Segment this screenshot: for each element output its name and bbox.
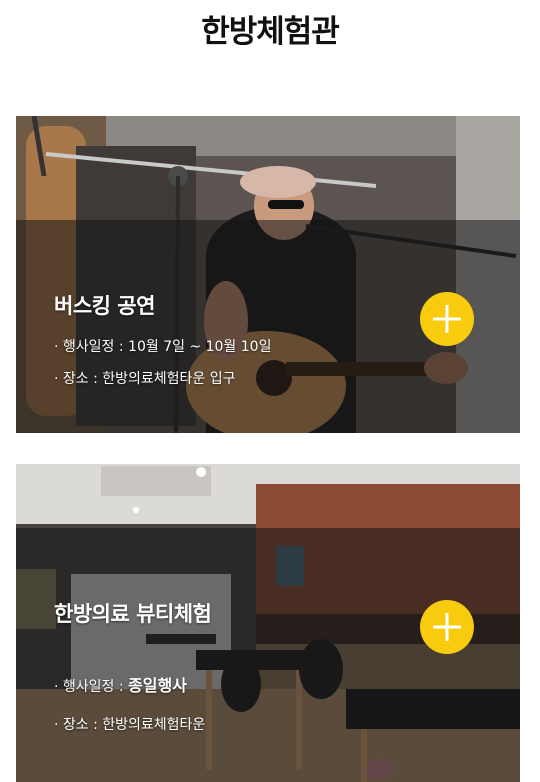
more-button[interactable]: [420, 600, 474, 654]
card-title: 한방의료 뷰티체험: [54, 602, 212, 626]
plus-icon: [433, 613, 461, 641]
more-button[interactable]: [420, 292, 474, 346]
schedule-label: · 행사일정 :: [54, 339, 129, 355]
page-title: 한방체험관: [201, 14, 340, 50]
plus-icon: [433, 305, 461, 333]
event-location: · 장소 : 한방의료체험타운: [54, 717, 206, 733]
event-schedule: · 행사일정 : 종일행사: [54, 672, 187, 696]
card-title: 버스킹 공연: [54, 294, 155, 318]
schedule-value: 종일행사: [128, 676, 187, 695]
schedule-value: 10월 7일 ~ 10월 10일: [128, 339, 272, 355]
card-overlay: [16, 528, 520, 782]
event-location: · 장소 : 한방의료체험타운 입구: [54, 371, 236, 387]
event-schedule: · 행사일정 : 10월 7일 ~ 10월 10일: [54, 336, 271, 356]
event-card-beauty[interactable]: 한방의료 뷰티체험 · 행사일정 : 종일행사 · 장소 : 한방의료체험타운: [16, 464, 520, 782]
schedule-label: · 행사일정 :: [54, 679, 129, 695]
event-card-busking[interactable]: 버스킹 공연 · 행사일정 : 10월 7일 ~ 10월 10일 · 장소 : …: [16, 116, 520, 433]
